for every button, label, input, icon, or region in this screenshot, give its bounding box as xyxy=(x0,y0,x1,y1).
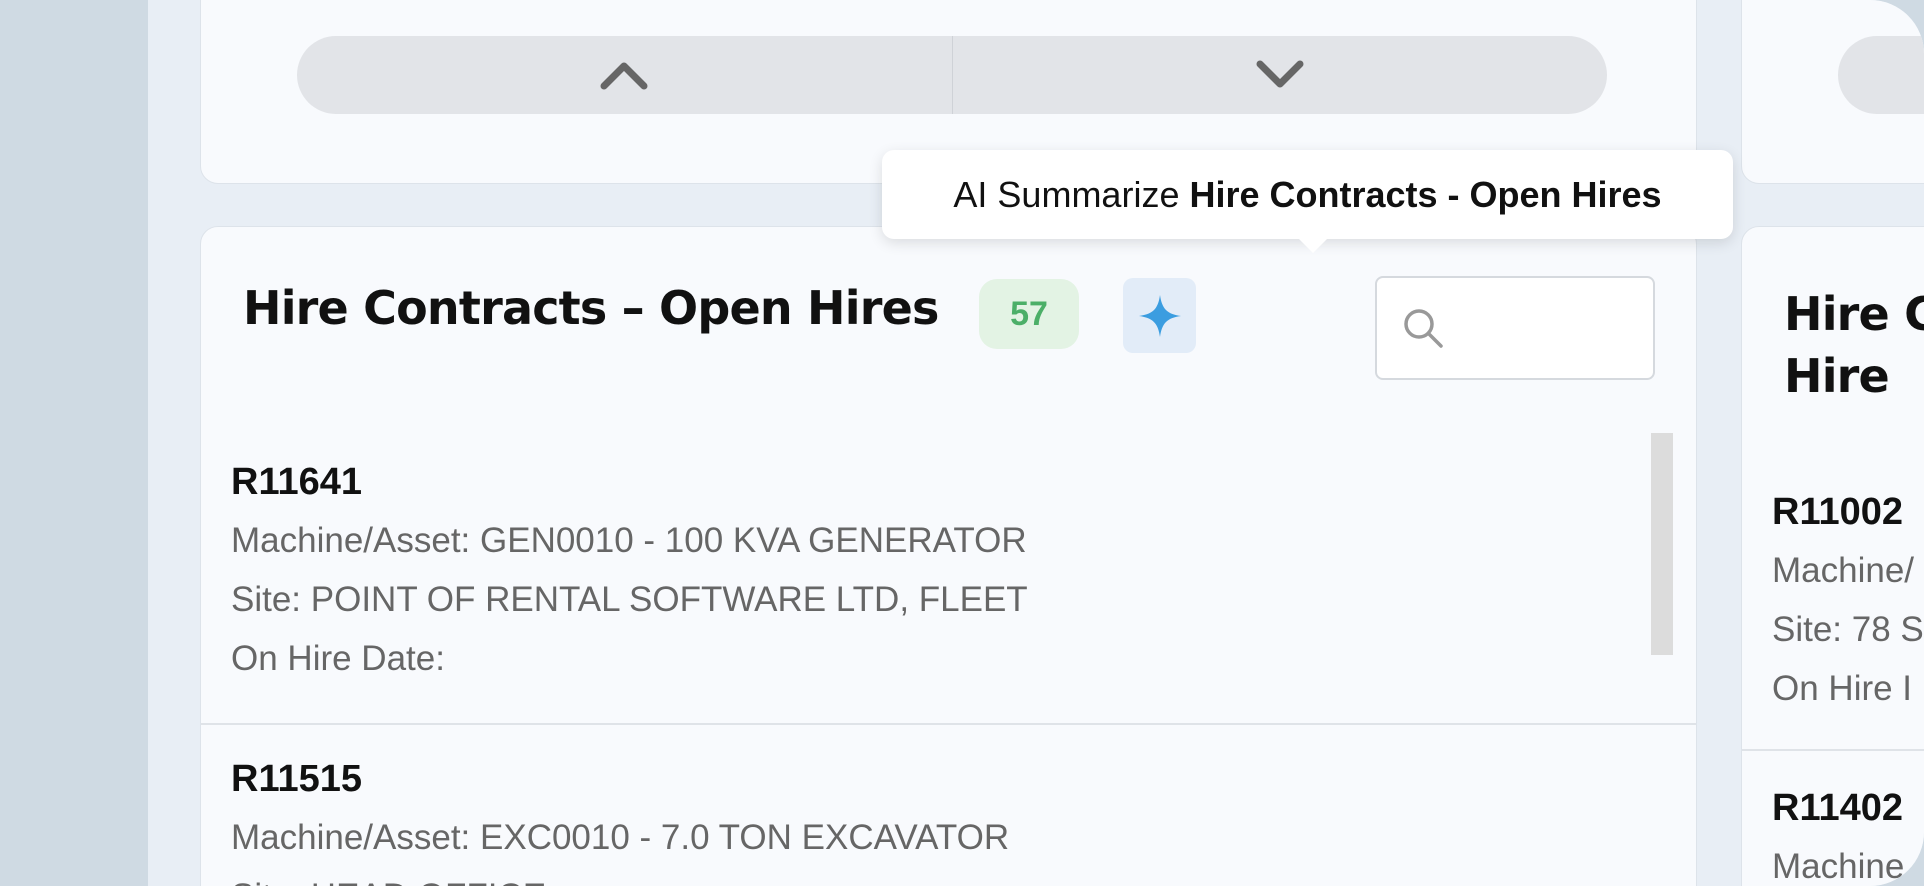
scroll-up-button[interactable] xyxy=(297,36,952,114)
search-field[interactable] xyxy=(1375,276,1655,380)
contract-id: R11515 xyxy=(231,758,363,800)
machine-asset: Machine/ xyxy=(1772,551,1915,590)
machine-asset: Machine/Asset: GEN0010 - 100 KVA GENERAT… xyxy=(231,521,1027,560)
contract-id: R11641 xyxy=(231,461,363,503)
card-title: Hire Contracts – Open Hires xyxy=(243,281,939,335)
machine-asset: Machine xyxy=(1772,847,1905,886)
on-hire-date: On Hire I xyxy=(1772,669,1913,708)
scrollbar-thumb[interactable] xyxy=(1651,433,1673,655)
ai-summarize-button[interactable] xyxy=(1123,278,1196,353)
list-item[interactable]: R11002 Machine/ Site: 78 S On Hire I xyxy=(1742,463,1924,749)
machine-asset: Machine/Asset: EXC0010 - 7.0 TON EXCAVAT… xyxy=(231,818,1010,857)
list-item[interactable]: R11402 Machine xyxy=(1742,751,1924,886)
hire-contracts-card: Hire Contracts – Open Hires 57 R11641 Ma… xyxy=(200,226,1697,886)
sparkle-icon xyxy=(1138,294,1181,337)
search-icon xyxy=(1404,309,1443,348)
chevron-down-icon xyxy=(1256,60,1304,88)
hire-contracts-card-secondary: Hire C Hire R11002 Machine/ Site: 78 S O… xyxy=(1741,226,1924,886)
contract-id: R11402 xyxy=(1772,787,1904,829)
ai-summarize-tooltip: AI Summarize Hire Contracts - Open Hires xyxy=(882,150,1733,253)
site: Site: HEAD OFFICE xyxy=(231,867,1696,886)
scroll-nav-pill-secondary[interactable] xyxy=(1838,36,1924,114)
card-title-line2: Hire xyxy=(1784,349,1890,403)
on-hire-date: On Hire Date: xyxy=(231,639,445,678)
hire-list: R11641 Machine/Asset: GEN0010 - 100 KVA … xyxy=(201,433,1696,886)
scroll-nav-pill xyxy=(297,36,1607,114)
tooltip-target: Hire Contracts - Open Hires xyxy=(1189,173,1662,215)
app-window: Hire Contracts – Open Hires 57 R11641 Ma… xyxy=(0,0,1924,886)
tooltip-prefix: AI Summarize xyxy=(953,173,1180,215)
card-title-line1: Hire C xyxy=(1784,287,1924,341)
dashboard-area: Hire Contracts – Open Hires 57 R11641 Ma… xyxy=(148,0,1924,886)
list-item[interactable]: R11641 Machine/Asset: GEN0010 - 100 KVA … xyxy=(201,433,1696,723)
hire-list-secondary: R11002 Machine/ Site: 78 S On Hire I R11… xyxy=(1742,463,1924,886)
search-input[interactable] xyxy=(1455,310,1649,346)
contract-id: R11002 xyxy=(1772,491,1904,533)
list-item[interactable]: R11515 Machine/Asset: EXC0010 - 7.0 TON … xyxy=(201,725,1696,886)
chevron-up-icon xyxy=(600,62,648,90)
count-badge: 57 xyxy=(979,279,1079,349)
site: Site: POINT OF RENTAL SOFTWARE LTD, FLEE… xyxy=(231,580,1028,619)
site: Site: 78 S xyxy=(1772,610,1924,649)
navigation-card-secondary xyxy=(1741,0,1924,184)
scroll-down-button[interactable] xyxy=(951,36,1608,114)
